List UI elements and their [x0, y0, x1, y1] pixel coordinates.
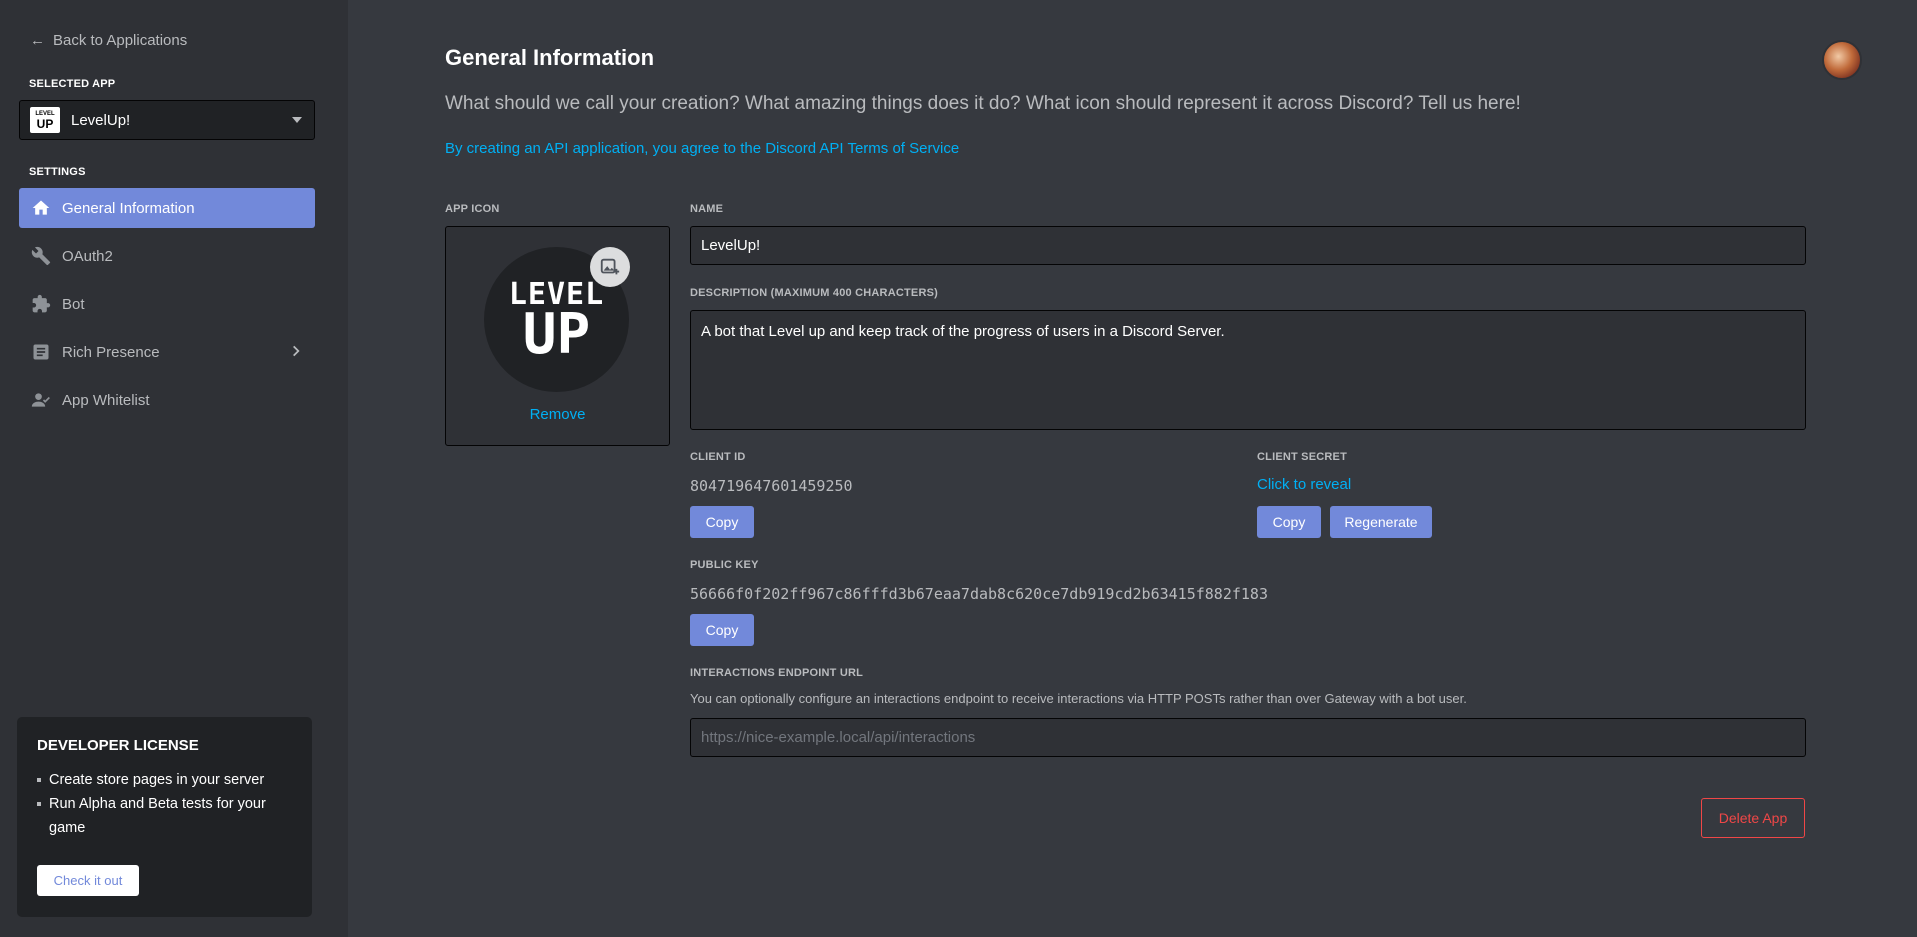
- selected-app-heading: SELECTED APP: [29, 78, 116, 90]
- reveal-secret-link[interactable]: Click to reveal: [1257, 476, 1351, 493]
- sidebar-item-oauth2[interactable]: OAuth2: [19, 236, 315, 276]
- page-title: General Information: [445, 45, 655, 70]
- client-id-value: 804719647601459250: [690, 477, 853, 495]
- arrow-left-icon: ←: [30, 32, 45, 49]
- description-textarea[interactable]: A bot that Level up and keep track of th…: [690, 310, 1806, 430]
- sidebar-item-general-information[interactable]: General Information: [19, 188, 315, 228]
- main-content: General Information What should we call …: [348, 0, 1917, 937]
- sidebar-item-app-whitelist[interactable]: App Whitelist: [19, 380, 315, 420]
- interactions-hint: You can optionally configure an interact…: [690, 691, 1467, 706]
- client-secret-label: CLIENT SECRET: [1257, 451, 1347, 463]
- user-check-icon: [29, 388, 53, 412]
- sidebar-item-rich-presence[interactable]: Rich Presence: [19, 332, 315, 372]
- license-title: DEVELOPER LICENSE: [37, 737, 199, 754]
- client-id-label: CLIENT ID: [690, 451, 746, 463]
- upload-image-icon[interactable]: [590, 247, 630, 287]
- developer-license-card: DEVELOPER LICENSE Create store pages in …: [17, 717, 312, 917]
- license-bullet: Create store pages in your server: [37, 768, 292, 792]
- puzzle-icon: [29, 292, 53, 316]
- developer-portal: ← Back to Applications SELECTED APP LEVE…: [0, 0, 1917, 937]
- app-logo-icon: LEVEL UP: [30, 107, 60, 133]
- public-key-label: PUBLIC KEY: [690, 559, 759, 571]
- sidebar-item-bot[interactable]: Bot: [19, 284, 315, 324]
- terms-of-service-link[interactable]: By creating an API application, you agre…: [445, 140, 959, 157]
- user-avatar[interactable]: [1822, 40, 1862, 80]
- copy-public-key-button[interactable]: Copy: [690, 614, 754, 646]
- back-to-applications-link[interactable]: ← Back to Applications: [30, 32, 187, 49]
- back-label: Back to Applications: [53, 32, 188, 49]
- caret-down-icon: [292, 117, 302, 123]
- selected-app-name: LevelUp!: [71, 111, 131, 129]
- sidebar-item-label: App Whitelist: [62, 391, 150, 409]
- app-icon-uploader[interactable]: LEVEL UP Remove: [445, 226, 670, 446]
- check-it-out-button[interactable]: Check it out: [37, 865, 139, 896]
- remove-icon-link[interactable]: Remove: [446, 406, 669, 423]
- name-label: NAME: [690, 203, 724, 215]
- interactions-placeholder: https://nice-example.local/api/interacti…: [701, 729, 976, 746]
- description-label: DESCRIPTION (MAXIMUM 400 CHARACTERS): [690, 287, 938, 299]
- license-bullets: Create store pages in your server Run Al…: [37, 768, 292, 840]
- regenerate-secret-button[interactable]: Regenerate: [1330, 506, 1432, 538]
- mini-logo-line2: UP: [36, 116, 54, 131]
- wrench-icon: [29, 244, 53, 268]
- page-subtitle: What should we call your creation? What …: [445, 93, 1521, 114]
- sidebar-item-label: General Information: [62, 199, 195, 217]
- document-icon: [29, 340, 53, 364]
- sidebar-item-label: Rich Presence: [62, 343, 160, 361]
- name-input[interactable]: LevelUp!: [690, 226, 1806, 265]
- interactions-endpoint-label: INTERACTIONS ENDPOINT URL: [690, 667, 864, 679]
- sidebar: ← Back to Applications SELECTED APP LEVE…: [0, 0, 348, 937]
- copy-client-secret-button[interactable]: Copy: [1257, 506, 1321, 538]
- sidebar-item-label: OAuth2: [62, 247, 113, 265]
- sidebar-item-label: Bot: [62, 295, 85, 313]
- app-icon-label: APP ICON: [445, 203, 500, 215]
- delete-app-button[interactable]: Delete App: [1701, 798, 1805, 838]
- settings-nav: General Information OAuth2 Bot Rich Pres…: [19, 188, 315, 428]
- home-icon: [29, 196, 53, 220]
- app-selector[interactable]: LEVEL UP LevelUp!: [19, 100, 315, 140]
- public-key-value: 56666f0f202ff967c86fffd3b67eaa7dab8c620c…: [690, 585, 1268, 603]
- settings-heading: SETTINGS: [29, 166, 86, 178]
- copy-client-id-button[interactable]: Copy: [690, 506, 754, 538]
- interactions-endpoint-input[interactable]: https://nice-example.local/api/interacti…: [690, 718, 1806, 757]
- license-bullet: Run Alpha and Beta tests for your game: [37, 792, 292, 840]
- chevron-right-icon: [289, 344, 303, 362]
- logo-line2: UP: [522, 301, 591, 367]
